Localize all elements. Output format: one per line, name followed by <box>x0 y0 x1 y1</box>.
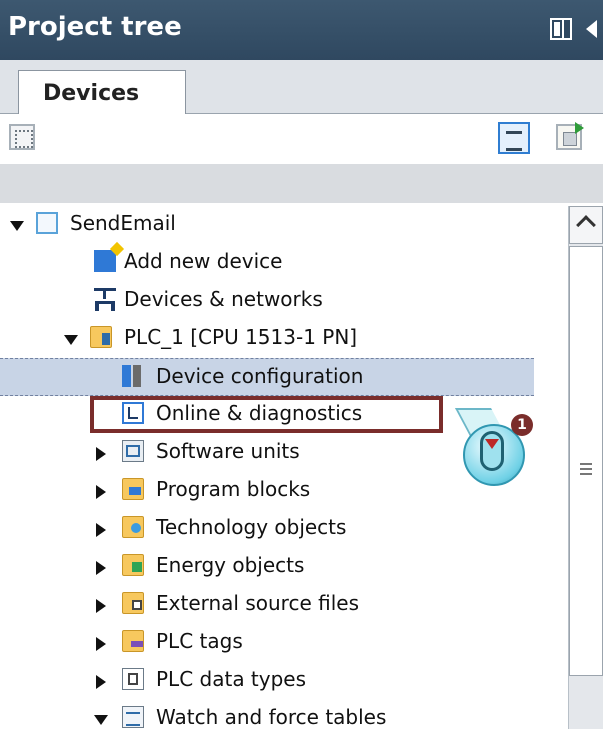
network-icon <box>94 288 116 311</box>
tab-devices-label: Devices <box>43 81 140 106</box>
tree-item-energy-objects[interactable]: Energy objects <box>0 548 534 586</box>
header-icons <box>550 18 597 40</box>
expand-right-icon[interactable] <box>96 523 106 537</box>
device-config-icon <box>122 365 144 387</box>
tree-label: PLC_1 [CPU 1513-1 PN] <box>124 325 358 349</box>
step-badge: 1 <box>511 414 533 436</box>
expand-down-icon[interactable] <box>94 715 108 725</box>
external-files-icon <box>122 592 144 614</box>
tree-toolbar <box>0 114 603 164</box>
expand-right-icon[interactable] <box>96 637 106 651</box>
add-device-icon <box>94 250 116 272</box>
details-view-icon[interactable] <box>498 122 530 154</box>
tree-item-add-new-device[interactable]: Add new device <box>0 244 534 282</box>
tree-header-bar <box>0 164 603 203</box>
plc-tags-icon <box>122 630 144 652</box>
grip-icon <box>580 463 592 465</box>
tab-strip: Devices <box>0 60 603 115</box>
tree-item-software-units[interactable]: Software units <box>0 434 534 472</box>
expand-right-icon[interactable] <box>96 599 106 613</box>
tab-devices[interactable]: Devices <box>18 70 186 115</box>
tree-label: External source files <box>156 591 359 615</box>
tree-label: PLC tags <box>156 629 243 653</box>
mouse-icon <box>480 431 504 471</box>
project-icon <box>36 212 58 234</box>
expand-down-icon[interactable] <box>64 335 78 345</box>
expand-right-icon[interactable] <box>96 675 106 689</box>
tree-label: Software units <box>156 439 300 463</box>
project-tree-header: Project tree <box>0 0 603 60</box>
watch-tables-icon <box>122 706 144 728</box>
tree-label: Energy objects <box>156 553 305 577</box>
vertical-scrollbar[interactable] <box>535 206 603 729</box>
tree-item-sendemail[interactable]: SendEmail <box>0 206 534 244</box>
tree-label: Device configuration <box>156 364 364 388</box>
expand-right-icon[interactable] <box>96 485 106 499</box>
tree-item-device-configuration[interactable]: Device configuration <box>0 358 534 396</box>
tree-label: Technology objects <box>156 515 347 539</box>
tree-item-external-source-files[interactable]: External source files <box>0 586 534 624</box>
expand-down-icon[interactable] <box>10 221 24 231</box>
tree-label: PLC data types <box>156 667 307 691</box>
tree-item-plc-tags[interactable]: PLC tags <box>0 624 534 662</box>
expand-right-icon[interactable] <box>96 447 106 461</box>
tree-item-program-blocks[interactable]: Program blocks <box>0 472 534 510</box>
tree-item-devices-networks[interactable]: Devices & networks <box>0 282 534 320</box>
tree-item-technology-objects[interactable]: Technology objects <box>0 510 534 548</box>
scroll-thumb[interactable] <box>569 246 603 676</box>
tree-label: Program blocks <box>156 477 311 501</box>
tree-item-plc1[interactable]: PLC_1 [CPU 1513-1 PN] <box>0 320 534 358</box>
layout-toggle-icon[interactable] <box>550 18 572 40</box>
overview-arrow-icon[interactable] <box>556 122 584 150</box>
tree-item-watch-force-tables[interactable]: Watch and force tables <box>0 700 534 738</box>
double-click-arrow-icon <box>485 439 499 449</box>
panel-title: Project tree <box>8 12 182 42</box>
tree-label: SendEmail <box>70 211 176 235</box>
project-tree: SendEmail Add new device Devices & netwo… <box>0 206 534 729</box>
highlight-box <box>90 396 443 433</box>
double-click-callout: 1 <box>455 408 535 488</box>
tree-label: Watch and force tables <box>156 705 387 729</box>
technology-objects-icon <box>122 516 144 538</box>
expand-right-icon[interactable] <box>96 561 106 575</box>
scroll-up-button[interactable] <box>569 206 603 244</box>
tree-item-plc-data-types[interactable]: PLC data types <box>0 662 534 700</box>
software-units-icon <box>122 440 144 462</box>
plc-data-types-icon <box>122 668 144 690</box>
program-blocks-icon <box>122 478 144 500</box>
energy-objects-icon <box>122 554 144 576</box>
plc-folder-icon <box>90 326 112 348</box>
tree-label: Add new device <box>124 249 283 273</box>
tree-label: Devices & networks <box>124 287 323 311</box>
tree-settings-icon[interactable] <box>9 124 35 150</box>
collapse-panel-icon[interactable] <box>586 20 597 38</box>
